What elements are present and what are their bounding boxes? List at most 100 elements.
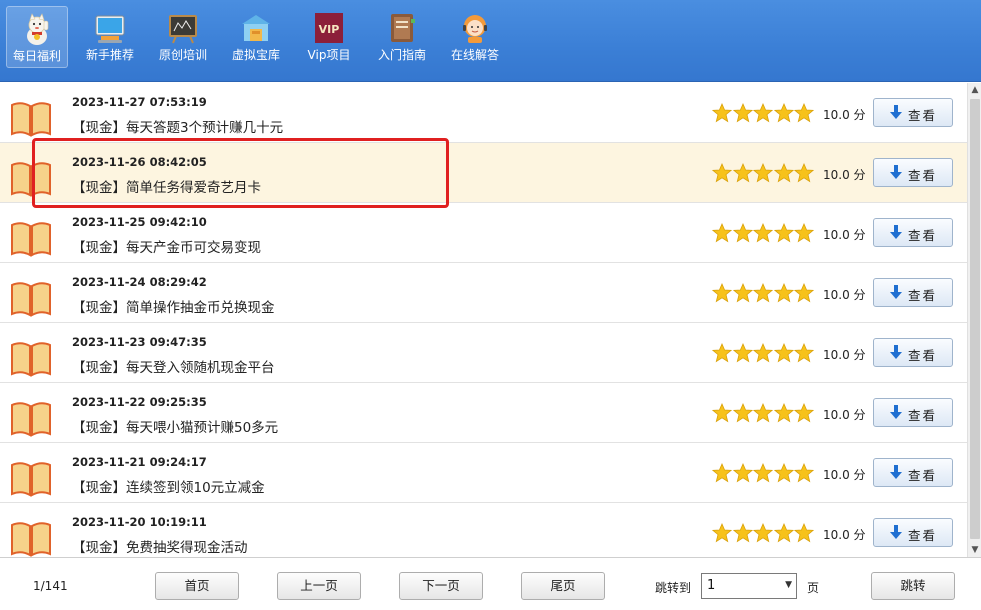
view-button[interactable]: 查看 bbox=[873, 278, 953, 307]
star-icon bbox=[712, 523, 732, 543]
star-icon bbox=[753, 163, 773, 183]
rating-stars bbox=[712, 403, 815, 423]
jump-button[interactable]: 跳转 bbox=[871, 572, 955, 600]
toolbar-item-label: 每日福利 bbox=[12, 49, 61, 63]
item-title[interactable]: 【现金】连续签到领10元立减金 bbox=[72, 476, 265, 496]
open-book-icon bbox=[11, 282, 51, 317]
list-item[interactable]: 2023-11-27 07:53:19 【现金】每天答题3个预计赚几十元 10.0 … bbox=[0, 83, 967, 143]
star-icon bbox=[794, 463, 814, 483]
scroll-up-arrow-icon[interactable]: ▲ bbox=[968, 83, 981, 97]
view-button[interactable]: 查看 bbox=[873, 218, 953, 247]
item-title[interactable]: 【现金】每天登入领随机现金平台 bbox=[72, 356, 275, 376]
toolbar-item-label: 虚拟宝库 bbox=[231, 48, 280, 62]
rating-stars bbox=[712, 103, 815, 123]
view-button[interactable]: 查看 bbox=[873, 398, 953, 427]
star-icon bbox=[753, 343, 773, 363]
view-button[interactable]: 查看 bbox=[873, 158, 953, 187]
toolbar-item-virtual-treasury[interactable]: 虚拟宝库 bbox=[225, 6, 287, 68]
star-icon bbox=[773, 523, 794, 543]
item-score: 10.0 分 bbox=[823, 528, 866, 542]
star-icon bbox=[732, 463, 753, 483]
view-button[interactable]: 查看 bbox=[873, 518, 953, 547]
toolbar-item-beginner-guide[interactable]: 入门指南 bbox=[371, 6, 433, 68]
toolbar-item-vip-project[interactable]: VIP Vip项目 bbox=[298, 6, 360, 68]
svg-text:VIP: VIP bbox=[319, 23, 340, 36]
list-item[interactable]: 2023-11-21 09:24:17 【现金】连续签到领10元立减金 10.0 分… bbox=[0, 443, 967, 503]
open-book-icon bbox=[11, 102, 51, 137]
toolbar-item-label: Vip项目 bbox=[307, 48, 351, 62]
view-button-label: 查看 bbox=[908, 288, 938, 303]
item-date: 2023-11-24 08:29:42 bbox=[72, 275, 207, 289]
toolbar-item-label: 在线解答 bbox=[450, 48, 499, 62]
star-icon bbox=[712, 283, 732, 303]
view-button-label: 查看 bbox=[908, 468, 938, 483]
next-page-button[interactable]: 下一页 bbox=[399, 572, 483, 600]
download-arrow-icon bbox=[890, 285, 902, 299]
toolbar-item-newbie-recommend[interactable]: 新手推荐 bbox=[79, 6, 141, 68]
view-button[interactable]: 查看 bbox=[873, 338, 953, 367]
first-page-button[interactable]: 首页 bbox=[155, 572, 239, 600]
star-icon bbox=[732, 283, 753, 303]
rating-stars bbox=[712, 283, 815, 303]
view-button-label: 查看 bbox=[908, 348, 938, 363]
download-arrow-icon bbox=[890, 525, 902, 539]
support-agent-icon bbox=[463, 15, 487, 43]
list-item[interactable]: 2023-11-25 09:42:10 【现金】每天产金币可交易变现 10.0 分 查… bbox=[0, 203, 967, 263]
last-page-button[interactable]: 尾页 bbox=[521, 572, 605, 600]
star-icon bbox=[732, 163, 753, 183]
vip-icon: VIP bbox=[315, 13, 343, 43]
rating-stars bbox=[712, 343, 815, 363]
open-book-icon bbox=[11, 342, 51, 377]
download-arrow-icon bbox=[890, 405, 902, 419]
toolbar-item-online-answer[interactable]: 在线解答 bbox=[444, 6, 506, 68]
rating-stars bbox=[712, 223, 815, 243]
star-icon bbox=[712, 163, 732, 183]
star-icon bbox=[794, 103, 814, 123]
view-button[interactable]: 查看 bbox=[873, 98, 953, 127]
page-number-select[interactable]: 1 ▼ bbox=[701, 573, 797, 599]
warehouse-icon bbox=[242, 15, 270, 41]
item-title[interactable]: 【现金】简单操作抽金币兑换现金 bbox=[72, 296, 275, 316]
item-score: 10.0 分 bbox=[823, 468, 866, 482]
star-icon bbox=[753, 403, 773, 423]
view-button-label: 查看 bbox=[908, 408, 938, 423]
blackboard-icon bbox=[169, 15, 197, 44]
item-title[interactable]: 【现金】免费抽奖得现金活动 bbox=[72, 536, 248, 556]
view-button-label: 查看 bbox=[908, 228, 938, 243]
star-icon bbox=[794, 343, 814, 363]
list-scrollbar[interactable]: ▲ ▼ bbox=[967, 83, 981, 557]
item-date: 2023-11-27 07:53:19 bbox=[72, 95, 207, 109]
page-unit-label: 页 bbox=[807, 581, 820, 595]
toolbar-item-daily-welfare[interactable]: 每日福利 bbox=[6, 6, 68, 68]
open-book-icon bbox=[11, 522, 51, 557]
star-icon bbox=[712, 223, 732, 243]
star-icon bbox=[773, 463, 794, 483]
item-date: 2023-11-23 09:47:35 bbox=[72, 335, 207, 349]
toolbar-item-original-training[interactable]: 原创培训 bbox=[152, 6, 214, 68]
item-title[interactable]: 【现金】每天产金币可交易变现 bbox=[72, 236, 261, 256]
download-arrow-icon bbox=[890, 165, 902, 179]
prev-page-button[interactable]: 上一页 bbox=[277, 572, 361, 600]
lucky-cat-icon bbox=[27, 13, 49, 45]
top-toolbar: 每日福利 新手推荐 原创培训 虚拟宝库 VIP Vip项目 入门指南 在线解答 bbox=[0, 0, 981, 82]
star-icon bbox=[732, 103, 753, 123]
item-title[interactable]: 【现金】每天喂小猫预计赚50多元 bbox=[72, 416, 278, 436]
scroll-thumb[interactable] bbox=[970, 99, 980, 539]
list-item[interactable]: 2023-11-24 08:29:42 【现金】简单操作抽金币兑换现金 10.0 分… bbox=[0, 263, 967, 323]
toolbar-item-label: 新手推荐 bbox=[85, 48, 134, 62]
list-item[interactable]: 2023-11-26 08:42:05 【现金】简单任务得爱奇艺月卡 10.0 分 查… bbox=[0, 143, 967, 203]
star-icon bbox=[712, 463, 732, 483]
list-item[interactable]: 2023-11-22 09:25:35 【现金】每天喂小猫预计赚50多元 10.0 … bbox=[0, 383, 967, 443]
item-title[interactable]: 【现金】每天答题3个预计赚几十元 bbox=[72, 116, 283, 136]
toolbar-item-label: 原创培训 bbox=[158, 48, 207, 62]
item-score: 10.0 分 bbox=[823, 348, 866, 362]
guide-book-icon bbox=[391, 14, 415, 42]
view-button[interactable]: 查看 bbox=[873, 458, 953, 487]
download-arrow-icon bbox=[890, 345, 902, 359]
open-book-icon bbox=[11, 462, 51, 497]
list-item[interactable]: 2023-11-20 10:19:11 【现金】免费抽奖得现金活动 10.0 分 查看 bbox=[0, 503, 967, 557]
item-title[interactable]: 【现金】简单任务得爱奇艺月卡 bbox=[72, 176, 261, 196]
scroll-down-arrow-icon[interactable]: ▼ bbox=[968, 543, 981, 557]
star-icon bbox=[753, 283, 773, 303]
list-item[interactable]: 2023-11-23 09:47:35 【现金】每天登入领随机现金平台 10.0 分… bbox=[0, 323, 967, 383]
